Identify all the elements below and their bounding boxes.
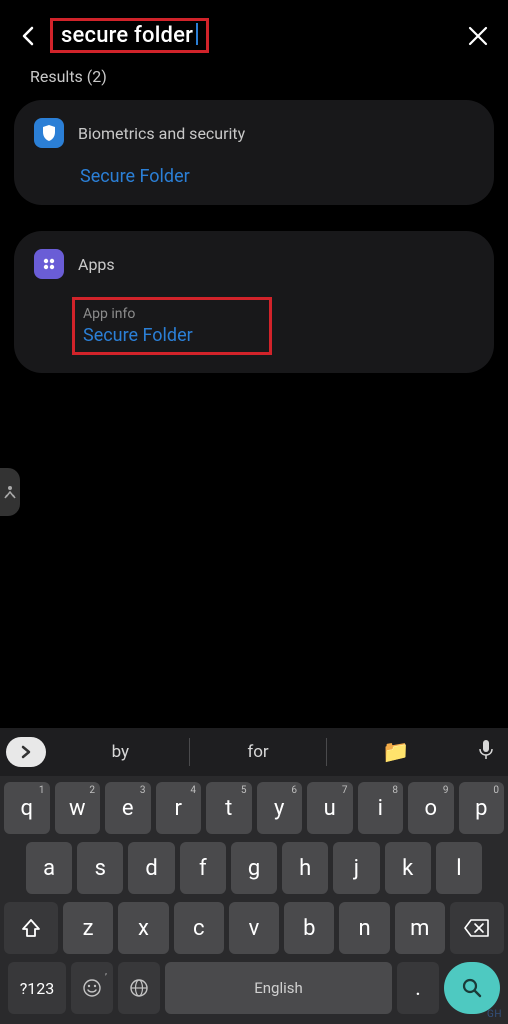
language-key[interactable] (118, 962, 160, 1014)
period-key[interactable]: . (397, 962, 439, 1014)
result-category: Apps (78, 255, 115, 274)
search-input[interactable]: secure folder (50, 18, 454, 53)
shift-key[interactable] (4, 902, 58, 954)
key-x[interactable]: x (118, 902, 168, 954)
search-query-text: secure folder (61, 23, 193, 48)
key-i[interactable]: i8 (358, 782, 404, 834)
key-l[interactable]: l (436, 842, 482, 894)
key-t[interactable]: t5 (206, 782, 252, 834)
result-item-link: Secure Folder (83, 325, 261, 346)
key-n[interactable]: n (339, 902, 389, 954)
key-v[interactable]: v (229, 902, 279, 954)
key-z[interactable]: z (63, 902, 113, 954)
key-f[interactable]: f (180, 842, 226, 894)
key-y[interactable]: y6 (257, 782, 303, 834)
result-sublabel: App info (83, 306, 261, 322)
key-w[interactable]: w2 (55, 782, 101, 834)
voice-input-button[interactable] (464, 739, 508, 765)
key-e[interactable]: e3 (105, 782, 151, 834)
expand-toolbar-button[interactable] (6, 737, 46, 767)
back-button[interactable] (16, 24, 40, 48)
suggestion-emoji[interactable]: 📁 (327, 740, 464, 765)
shield-icon (34, 118, 64, 148)
backspace-key[interactable] (450, 902, 504, 954)
key-m[interactable]: m (395, 902, 445, 954)
result-category: Biometrics and security (78, 124, 245, 143)
spacebar[interactable]: English (165, 962, 392, 1014)
key-h[interactable]: h (282, 842, 328, 894)
watermark: GH (487, 1009, 502, 1020)
suggestion-1[interactable]: by (52, 742, 189, 762)
key-j[interactable]: j (333, 842, 379, 894)
key-a[interactable]: a (26, 842, 72, 894)
key-g[interactable]: g (231, 842, 277, 894)
highlighted-result[interactable]: App info Secure Folder (72, 297, 272, 355)
key-o[interactable]: o9 (408, 782, 454, 834)
key-u[interactable]: u7 (307, 782, 353, 834)
suggestion-2[interactable]: for (190, 742, 327, 762)
folder-icon: 📁 (382, 740, 409, 765)
key-d[interactable]: d (128, 842, 174, 894)
keyboard: by for 📁 q1w2e3r4t5y6u7i8o9p0 asdfghjkl … (0, 728, 508, 1024)
text-cursor (196, 23, 198, 45)
emoji-key[interactable]: , (71, 962, 113, 1014)
key-s[interactable]: s (77, 842, 123, 894)
key-p[interactable]: p0 (459, 782, 505, 834)
key-b[interactable]: b (284, 902, 334, 954)
result-card-biometrics[interactable]: Biometrics and security Secure Folder (14, 100, 494, 205)
key-r[interactable]: r4 (156, 782, 202, 834)
clear-search-button[interactable] (464, 22, 492, 50)
key-k[interactable]: k (385, 842, 431, 894)
results-count: Results (2) (0, 67, 508, 100)
edge-panel-handle[interactable] (0, 468, 20, 516)
result-card-apps[interactable]: Apps App info Secure Folder (14, 231, 494, 373)
key-q[interactable]: q1 (4, 782, 50, 834)
result-item-link[interactable]: Secure Folder (80, 166, 474, 187)
symbols-key[interactable]: ?123 (8, 962, 66, 1014)
key-c[interactable]: c (174, 902, 224, 954)
apps-icon (34, 249, 64, 279)
search-key[interactable] (444, 962, 500, 1014)
